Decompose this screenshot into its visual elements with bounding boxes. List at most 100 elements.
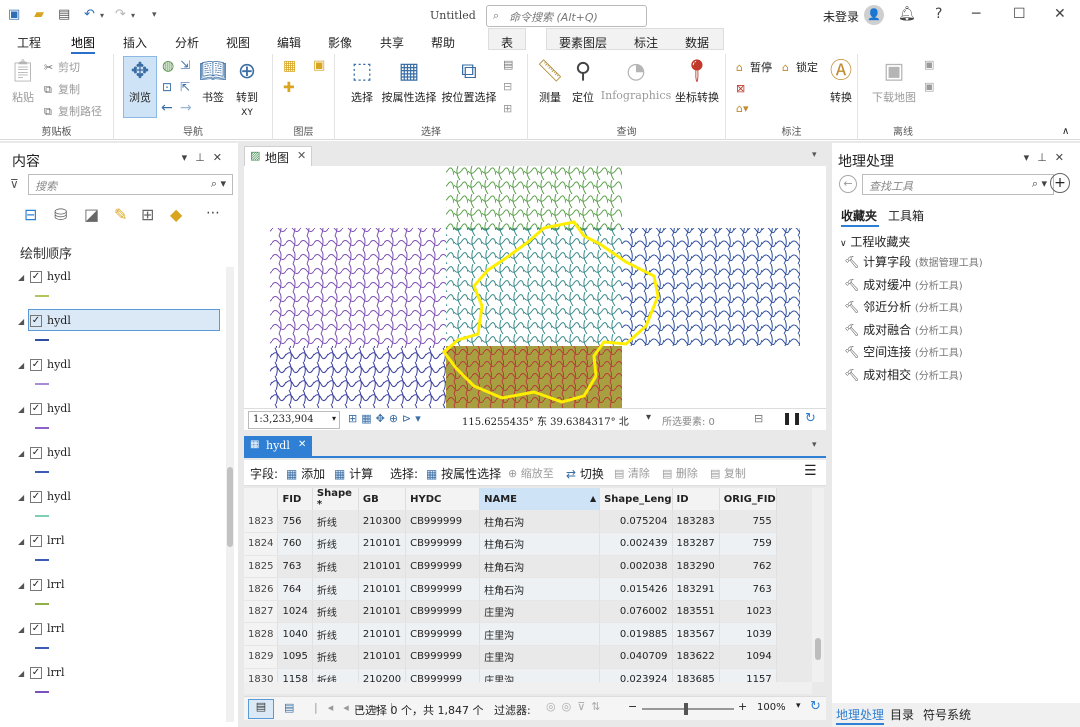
table-cell[interactable]: 210300 xyxy=(358,510,407,534)
table-cell[interactable]: 0.040709 xyxy=(599,645,673,669)
table-cell[interactable]: 183290 xyxy=(672,555,720,579)
table-cell[interactable]: 763 xyxy=(719,577,777,601)
table-horizontal-scrollbar[interactable] xyxy=(244,682,812,694)
layer-item[interactable]: ◢ ✓ hydl xyxy=(18,357,223,397)
table-row[interactable]: 1825 763 折线 210101 CB999999 柱角石沟 0.002038 18329… xyxy=(244,555,777,579)
map-view-menu-icon[interactable]: ▾ xyxy=(812,150,817,160)
table-cell[interactable]: CB999999 xyxy=(405,622,481,647)
table-cell[interactable]: CB999999 xyxy=(405,555,481,579)
add-preset-icon[interactable]: ✚ xyxy=(283,80,295,96)
bookmarks-button[interactable]: 📖︎ 书签 xyxy=(198,58,228,105)
back-icon[interactable]: ← xyxy=(839,175,857,193)
table-cell[interactable]: 210101 xyxy=(358,577,407,601)
fixed-zoom-in-icon[interactable]: ⇲ xyxy=(180,58,190,72)
row-number[interactable]: 1827 xyxy=(244,600,279,624)
table-cell[interactable]: 760 xyxy=(277,532,313,556)
notifications-bell-icon[interactable]: 🔔︎ xyxy=(898,6,916,22)
table-vertical-scrollbar[interactable] xyxy=(812,488,824,682)
table-row[interactable]: 1824 760 折线 210101 CB999999 柱角石沟 0.002439 18328… xyxy=(244,532,777,556)
select-by-location-button[interactable]: ⧉ 按位置选择 xyxy=(441,58,497,105)
table-cell[interactable]: 1023 xyxy=(719,600,777,624)
expand-triangle-icon[interactable]: ◢ xyxy=(18,581,24,590)
table-cell[interactable]: 764 xyxy=(277,577,313,601)
list-by-editing-icon[interactable]: ✎ xyxy=(114,205,127,224)
table-cell[interactable]: 庄里沟 xyxy=(479,645,601,669)
switch-selection-button[interactable]: ⇄ 切换 xyxy=(566,465,604,482)
table-cell[interactable]: 210101 xyxy=(358,645,407,669)
table-row[interactable]: 1830 1158 折线 210200 CB999999 庄里沟 0.023924 18368… xyxy=(244,668,777,682)
table-row[interactable]: 1826 764 折线 210101 CB999999 柱角石沟 0.015426 18329… xyxy=(244,577,777,601)
table-cell[interactable]: 210101 xyxy=(358,600,407,624)
table-cell[interactable]: CB999999 xyxy=(405,668,481,682)
layer-item-selected[interactable]: ◢ ✓ hydl xyxy=(18,309,223,353)
tool-item[interactable]: 🔨︎ 成对相交 (分析工具) xyxy=(844,366,1074,389)
expand-triangle-icon[interactable]: ◢ xyxy=(18,493,24,502)
delete-button[interactable]: ▤ 删除 xyxy=(662,465,698,481)
table-cell[interactable]: 762 xyxy=(719,555,777,579)
expand-triangle-icon[interactable]: ◢ xyxy=(18,669,24,678)
contents-scrollbar[interactable] xyxy=(226,267,234,722)
table-cell[interactable]: 1040 xyxy=(277,622,313,647)
tab-favorites[interactable]: 收藏夹 xyxy=(841,207,877,224)
close-table-tab-icon[interactable]: ✕ xyxy=(298,439,306,450)
open-project-icon[interactable]: ▰ xyxy=(34,7,44,22)
table-cell[interactable]: 1158 xyxy=(277,668,313,682)
table-cell[interactable]: 755 xyxy=(719,510,777,534)
zoom-in-icon[interactable]: + xyxy=(738,700,747,713)
copy-button[interactable]: ▤ 复制 xyxy=(710,465,746,481)
full-extent-icon[interactable]: ◍ xyxy=(162,58,174,74)
layer-item[interactable]: ◢ ✓ hydl xyxy=(18,445,223,485)
table-cell[interactable]: 柱角石沟 xyxy=(479,555,601,579)
table-cell[interactable]: 折线 xyxy=(312,532,359,556)
row-number[interactable]: 1826 xyxy=(244,577,279,601)
undo-icon[interactable]: ↶ xyxy=(84,7,95,22)
calculate-field-button[interactable]: ▦ 计算 xyxy=(334,465,373,482)
table-cell[interactable]: 183567 xyxy=(672,622,720,647)
column-header-sorted[interactable]: NAME ▲ xyxy=(479,488,601,510)
table-cell[interactable]: 183291 xyxy=(672,577,720,601)
sync-icon[interactable]: ▣ xyxy=(924,58,934,71)
zoom-out-icon[interactable]: − xyxy=(628,700,637,713)
list-by-drawing-order-icon[interactable]: ⊟ xyxy=(24,205,37,224)
coordinate-dropdown-icon[interactable]: ▾ xyxy=(646,412,651,423)
contents-scrollbar-thumb[interactable] xyxy=(227,467,233,547)
table-cell[interactable]: 210101 xyxy=(358,622,407,647)
customize-quick-access-icon[interactable]: ▾ xyxy=(152,10,157,20)
tab-map[interactable]: 地图 xyxy=(71,34,96,54)
table-cell[interactable]: 折线 xyxy=(312,622,359,647)
tab-labeling[interactable]: 标注 xyxy=(634,34,658,51)
column-header[interactable]: ID xyxy=(672,488,720,510)
tab-project[interactable]: 工程 xyxy=(17,34,41,51)
tab-share[interactable]: 共享 xyxy=(380,34,404,51)
list-by-labeling-icon[interactable]: ◆ xyxy=(170,205,182,224)
tab-analysis[interactable]: 分析 xyxy=(175,34,199,51)
goto-xy-button[interactable]: ⊕ 转到 XY xyxy=(232,58,262,118)
maximize-button[interactable]: ☐ xyxy=(1013,6,1026,22)
scale-select[interactable]: 1:3,233,904 ▾ xyxy=(248,411,340,429)
minimize-button[interactable]: ─ xyxy=(972,6,980,22)
table-cell[interactable]: 763 xyxy=(277,555,313,579)
zoom-to-button[interactable]: ⊕ 缩放至 xyxy=(508,465,554,481)
show-selected-records-icon[interactable]: ▤ xyxy=(284,701,294,714)
project-favorites-group[interactable]: ∨ 工程收藏夹 xyxy=(840,233,910,250)
tool-item[interactable]: 🔨︎ 空间连接 (分析工具) xyxy=(844,343,1074,366)
list-by-data-source-icon[interactable]: ⛁ xyxy=(54,205,67,224)
filter-options-icons[interactable]: ◎◎⊽⇅ xyxy=(546,700,606,713)
table-cell[interactable]: 183287 xyxy=(672,532,720,556)
tab-help[interactable]: 帮助 xyxy=(431,34,455,51)
table-row[interactable]: 1828 1040 折线 210101 CB999999 庄里沟 0.019885 18356… xyxy=(244,622,777,647)
table-cell[interactable]: 183622 xyxy=(672,645,720,669)
table-cell[interactable]: 183283 xyxy=(672,510,720,534)
table-cell[interactable]: CB999999 xyxy=(405,600,481,624)
list-by-selection-icon[interactable]: ◪ xyxy=(84,205,99,224)
row-number[interactable]: 1825 xyxy=(244,555,279,579)
table-cell[interactable]: 1024 xyxy=(277,600,313,624)
table-cell[interactable]: 柱角石沟 xyxy=(479,532,601,556)
zoom-to-selection-icon[interactable]: ⊡ xyxy=(162,80,172,94)
tool-item[interactable]: 🔨︎ 计算字段 (数据管理工具) xyxy=(844,253,1074,276)
table-cell[interactable]: 1095 xyxy=(277,645,313,669)
row-number[interactable]: 1830 xyxy=(244,668,279,682)
table-scrollbar-thumb[interactable] xyxy=(815,638,821,660)
filter-icon[interactable]: ⊽ xyxy=(10,177,19,191)
layer-visibility-checkbox[interactable]: ✓ xyxy=(30,579,42,591)
